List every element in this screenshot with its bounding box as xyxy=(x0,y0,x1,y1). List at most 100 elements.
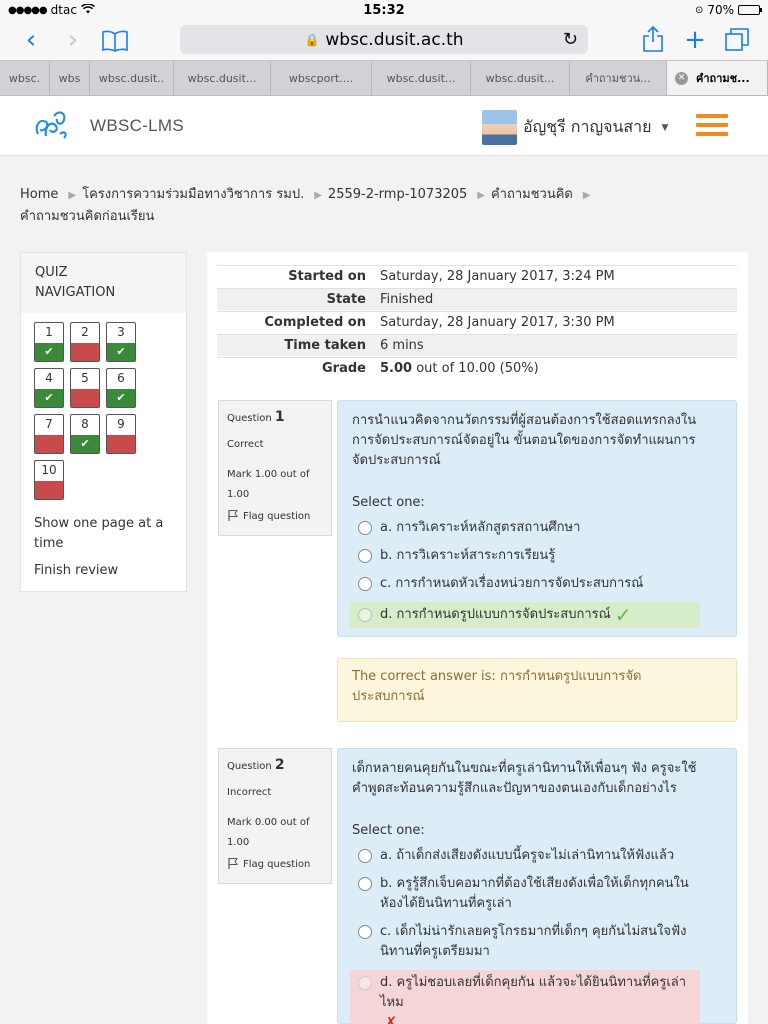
finish-review-link[interactable]: Finish review xyxy=(34,561,118,581)
question-info: Question 1 Correct Mark 1.00 out of 1.00… xyxy=(218,400,332,536)
quiz-nav-question-2[interactable]: 2 xyxy=(70,322,100,362)
breadcrumb-course[interactable]: 2559-2-rmp-1073205 xyxy=(328,187,467,202)
browser-tab[interactable]: wbsc.dusit... xyxy=(372,61,471,95)
address-bar[interactable]: 🔒 wbsc.dusit.ac.th ↻ xyxy=(180,25,588,54)
question-text: การนำแนวคิดจากนวัตกรรมที่ผู้สอนต้องการใช… xyxy=(352,413,697,468)
new-tab-icon[interactable]: + xyxy=(674,20,716,60)
quiz-nav-question-3[interactable]: 3 ✔ xyxy=(106,322,136,362)
radio-button[interactable] xyxy=(358,521,372,535)
browser-tab[interactable]: wbscport.... xyxy=(271,61,372,95)
show-one-page-link[interactable]: Show one page at a time xyxy=(34,514,174,554)
correct-answer-feedback: The correct answer is: การกำหนดรูปแบบการ… xyxy=(337,658,737,722)
question-mark: Mark 1.00 out of 1.00 xyxy=(227,469,310,500)
browser-tab[interactable]: wbsc. xyxy=(0,61,50,95)
answer-option[interactable]: c. การกำหนดหัวเรื่องหน่วยการจัดประสบการณ… xyxy=(352,574,722,594)
user-menu[interactable]: อัญชุรี กาญจนสาย ▼ xyxy=(482,110,668,145)
breadcrumb-separator-icon: ▶ xyxy=(314,190,322,201)
browser-tab[interactable]: คำถามชวน... xyxy=(570,61,667,95)
answer-option[interactable]: b. ครูรู้สึกเจ็บคอมากที่ต้องใช้เสียงดังเ… xyxy=(352,874,722,914)
forward-icon[interactable]: › xyxy=(52,20,94,60)
question-mark: Mark 0.00 out of 1.00 xyxy=(227,817,310,848)
back-icon[interactable]: ‹ xyxy=(10,20,52,60)
question-number-label: 6 xyxy=(117,371,125,385)
grade-detail: out of 10.00 (50%) xyxy=(416,361,539,376)
check-icon: ✔ xyxy=(35,343,63,361)
table-row: Completed on Saturday, 28 January 2017, … xyxy=(217,311,737,333)
site-header: WBSC-LMS อัญชุรี กาญจนสาย ▼ xyxy=(0,96,768,156)
radio-button-checked[interactable] xyxy=(358,976,372,990)
answer-option-selected-incorrect[interactable]: d. ครูไม่ชอบเลยที่เด็กคุยกัน แล้วจะได้ยิ… xyxy=(350,970,700,1024)
wbsc-logo[interactable] xyxy=(30,104,72,146)
flag-question-button[interactable]: Flag question xyxy=(227,509,323,524)
incorrect-status-bar xyxy=(71,389,99,407)
signal-icon: ●●●●● xyxy=(8,4,48,16)
radio-button[interactable] xyxy=(358,849,372,863)
quiz-nav-question-9[interactable]: 9 xyxy=(106,414,136,454)
quiz-navigation-title: QUIZ NAVIGATION xyxy=(21,253,186,313)
correct-check-icon: ✓ xyxy=(614,603,632,627)
breadcrumb-separator-icon: ▶ xyxy=(68,190,77,201)
quiz-nav-question-1[interactable]: 1 ✔ xyxy=(34,322,64,362)
browser-tab[interactable]: wbsc.dusit.. xyxy=(90,61,174,95)
breadcrumb-current[interactable]: คำถามชวนคิดก่อนเรียน xyxy=(20,209,154,224)
radio-button[interactable] xyxy=(358,549,372,563)
browser-tab[interactable]: wbsc.dusit... xyxy=(471,61,570,95)
quiz-nav-question-8[interactable]: 8 ✔ xyxy=(70,414,100,454)
quiz-nav-question-10[interactable]: 10 xyxy=(34,460,64,500)
hamburger-menu-icon[interactable] xyxy=(696,114,728,136)
clock: 15:32 xyxy=(363,2,405,18)
breadcrumb-separator-icon: ▶ xyxy=(477,190,485,201)
quiz-nav-question-7[interactable]: 7 xyxy=(34,414,64,454)
close-tab-icon[interactable]: ✕ xyxy=(675,71,688,85)
browser-toolbar: ‹ › 🔒 wbsc.dusit.ac.th ↻ + xyxy=(0,20,768,60)
radio-button[interactable] xyxy=(358,877,372,891)
quiz-nav-question-4[interactable]: 4 ✔ xyxy=(34,368,64,408)
question-number-label: 4 xyxy=(45,371,53,385)
radio-button[interactable] xyxy=(358,925,372,939)
bookmarks-icon[interactable] xyxy=(94,22,136,59)
battery-icon xyxy=(738,5,762,15)
reload-icon[interactable]: ↻ xyxy=(563,29,578,50)
table-row: State Finished xyxy=(217,288,737,310)
answer-option[interactable]: a. การวิเคราะห์หลักสูตรสถานศึกษา xyxy=(352,518,722,538)
radio-button-checked[interactable] xyxy=(358,608,372,622)
browser-tabs: wbsc. wbs wbsc.dusit.. wbsc.dusit... wbs… xyxy=(0,60,768,96)
flag-icon xyxy=(227,857,239,872)
radio-button[interactable] xyxy=(358,577,372,591)
answer-option[interactable]: b. การวิเคราะห์สาระการเรียนรู้ xyxy=(352,546,722,566)
breadcrumb-separator-icon: ▶ xyxy=(582,190,591,201)
answer-option[interactable]: c. เด็กไม่น่ารักเลยครูโกรธมากที่เด็กๆ คุ… xyxy=(352,922,722,962)
tabs-icon[interactable] xyxy=(716,20,758,60)
question-number-label: 9 xyxy=(117,417,125,431)
incorrect-status-bar xyxy=(35,435,63,453)
question-content: เด็กหลายคนคุยกันในขณะที่ครูเล่านิทานให้เ… xyxy=(337,748,737,1024)
rotation-lock-icon: ⊙ xyxy=(694,4,704,16)
question-info: Question 2 Incorrect Mark 0.00 out of 1.… xyxy=(218,748,332,884)
question-number: 2 xyxy=(274,757,285,773)
flag-icon xyxy=(227,509,239,524)
quiz-nav-question-5[interactable]: 5 xyxy=(70,368,100,408)
browser-tab[interactable]: wbsc.dusit... xyxy=(174,61,271,95)
site-brand[interactable]: WBSC-LMS xyxy=(90,116,184,136)
table-row: Grade 5.00 out of 10.00 (50%) xyxy=(217,357,737,379)
answer-option-selected-correct[interactable]: d. การกำหนดรูปแบบการจัดประสบการณ์ ✓ xyxy=(350,602,700,628)
grade-value: 5.00 xyxy=(380,361,413,376)
breadcrumb-home[interactable]: Home xyxy=(20,187,58,202)
url-text: wbsc.dusit.ac.th xyxy=(325,29,464,50)
incorrect-status-bar xyxy=(35,481,63,499)
question-number-label: 7 xyxy=(45,417,53,431)
browser-tab[interactable]: wbs xyxy=(50,61,90,95)
active-tab-label: คำถามช... xyxy=(696,72,750,85)
browser-tab-active[interactable]: ✕ คำถามช... xyxy=(667,61,768,95)
question-state: Correct xyxy=(227,439,264,450)
answer-option[interactable]: a. ถ้าเด็กส่งเสียงดังแบบนี้ครูจะไม่เล่าน… xyxy=(352,846,722,866)
question-number-label: 5 xyxy=(81,371,89,385)
breadcrumb-course-group[interactable]: โครงการความร่วมมือทางวิชาการ รมป. xyxy=(82,187,304,202)
select-one-label: Select one: xyxy=(352,823,425,838)
wifi-icon xyxy=(80,2,95,17)
share-icon[interactable] xyxy=(632,20,674,60)
quiz-nav-question-6[interactable]: 6 ✔ xyxy=(106,368,136,408)
breadcrumb-section[interactable]: คำถามชวนคิด xyxy=(491,187,573,202)
chevron-down-icon: ▼ xyxy=(661,122,669,133)
flag-question-button[interactable]: Flag question xyxy=(227,857,323,872)
